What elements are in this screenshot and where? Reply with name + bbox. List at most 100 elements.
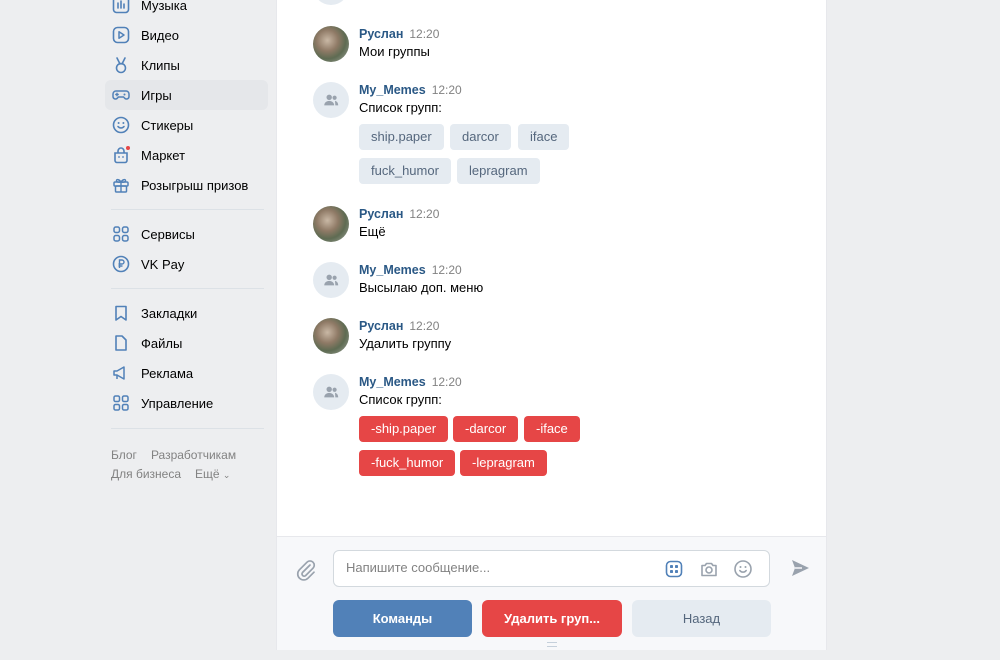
sidebar-item-stickers[interactable]: Стикеры (105, 110, 268, 140)
message: Руслан 12:20 Удалить группу (313, 318, 793, 354)
sidebar-item-music[interactable]: Музыка (105, 0, 268, 20)
message-time: 12:20 (409, 207, 440, 221)
notification-dot (125, 145, 131, 151)
delete-group-button[interactable]: Удалить груп... (482, 600, 622, 637)
sidebar-item-clips[interactable]: Клипы (105, 50, 268, 80)
message-time: 12:20 (431, 83, 462, 97)
footer-link-business[interactable]: Для бизнеса (111, 467, 181, 481)
message-text: Список групп: (359, 392, 442, 407)
sidebar-item-label: Видео (141, 27, 179, 43)
keyboard-button[interactable]: -iface (524, 416, 580, 442)
sidebar-divider (111, 209, 264, 210)
bookmark-icon (111, 303, 131, 323)
sidebar-item-label: Розыгрыш призов (141, 177, 249, 193)
avatar[interactable] (313, 262, 349, 298)
sidebar-item-vkpay[interactable]: VK Pay (105, 249, 268, 279)
message-text: Высылаю доп. меню (359, 280, 484, 295)
avatar[interactable] (313, 206, 349, 242)
message-author[interactable]: Руслан (359, 27, 403, 41)
clips-icon (111, 55, 131, 75)
keyboard-button[interactable]: ship.paper (359, 124, 444, 150)
group-icon (324, 274, 339, 286)
sidebar-item-label: Стикеры (141, 117, 194, 133)
message: My_Memes 12:20 Высылаю доп. меню (313, 262, 793, 298)
sidebar-item-label: Сервисы (141, 226, 195, 242)
bot-keyboard-icon[interactable] (664, 559, 684, 579)
message-input[interactable] (346, 560, 646, 575)
chat-panel: Руслан 12:20 Мои группы My_Memes 12:20 Спи… (276, 0, 827, 650)
chevron-down-icon: ⌄ (222, 470, 231, 480)
message-time: 12:20 (431, 263, 462, 277)
keyboard-button[interactable]: lepragram (457, 158, 540, 184)
video-icon (111, 25, 131, 45)
footer-link-blog[interactable]: Блог (111, 448, 137, 462)
keyboard-button[interactable]: -darcor (453, 416, 519, 442)
sidebar-item-label: Реклама (141, 365, 194, 381)
gamepad-icon (111, 85, 131, 105)
market-icon (111, 145, 131, 165)
message-author[interactable]: My_Memes (359, 83, 426, 97)
sidebar-item-label: VK Pay (141, 256, 185, 272)
message-time: 12:20 (409, 27, 440, 41)
message-author[interactable]: Руслан (359, 207, 403, 221)
avatar (313, 0, 349, 5)
keyboard-button[interactable]: -ship.paper (359, 416, 449, 442)
sidebar-item-label: Клипы (141, 57, 180, 73)
resize-grip[interactable] (547, 642, 557, 647)
sidebar-item-ads[interactable]: Реклама (105, 358, 268, 388)
commands-button[interactable]: Команды (333, 600, 472, 637)
footer-link-more[interactable]: Ещё ⌄ (195, 467, 230, 481)
sidebar-item-label: Музыка (141, 0, 187, 13)
keyboard-button[interactable]: -lepragram (460, 450, 547, 476)
keyboard-button[interactable]: iface (518, 124, 570, 150)
message-text: Мои группы (359, 44, 430, 59)
emoji-icon[interactable] (733, 559, 753, 579)
file-icon (111, 333, 131, 353)
sidebar-item-files[interactable]: Файлы (105, 328, 268, 358)
sidebar-item-label: Файлы (141, 335, 183, 351)
ruble-icon (111, 254, 131, 274)
sidebar-item-services[interactable]: Сервисы (105, 219, 268, 249)
message-text: Удалить группу (359, 336, 452, 351)
avatar[interactable] (313, 26, 349, 62)
message: My_Memes 12:20 Список групп: ship.paper d… (313, 82, 793, 186)
message-input-box (333, 550, 770, 587)
group-icon (324, 386, 339, 398)
keyboard-button[interactable]: darcor (450, 124, 511, 150)
keyboard-button[interactable]: -fuck_humor (359, 450, 456, 476)
send-icon[interactable] (789, 557, 811, 579)
message-time: 12:20 (431, 375, 462, 389)
sidebar-item-games[interactable]: Игры (105, 80, 268, 110)
sidebar-divider (111, 288, 264, 289)
message: Руслан 12:20 Ещё (313, 206, 793, 242)
sidebar-item-manage[interactable]: Управление (105, 388, 268, 418)
sidebar-item-label: Маркет (141, 147, 186, 163)
keyboard-button[interactable]: fuck_humor (359, 158, 451, 184)
camera-icon[interactable] (699, 559, 719, 579)
sidebar-divider (111, 428, 264, 429)
sidebar-item-market[interactable]: Маркет (105, 140, 268, 170)
sidebar-item-label: Игры (141, 87, 172, 103)
group-icon (324, 94, 339, 106)
message-author[interactable]: My_Memes (359, 375, 426, 389)
avatar[interactable] (313, 318, 349, 354)
avatar[interactable] (313, 82, 349, 118)
message-text: Список групп: (359, 100, 442, 115)
grid-icon (111, 393, 131, 413)
message-author[interactable]: Руслан (359, 319, 403, 333)
smile-icon (111, 115, 131, 135)
sidebar-item-label: Управление (141, 395, 214, 411)
footer-link-developers[interactable]: Разработчикам (151, 448, 236, 462)
message: Руслан 12:20 Мои группы (313, 26, 793, 62)
sidebar-footer: Блог Разработчикам Для бизнеса Ещё ⌄ (111, 446, 271, 485)
services-icon (111, 224, 131, 244)
sidebar-item-video[interactable]: Видео (105, 20, 268, 50)
message-text: Ещё (359, 224, 386, 239)
back-button[interactable]: Назад (632, 600, 771, 637)
sidebar-item-bookmarks[interactable]: Закладки (105, 298, 268, 328)
message-time: 12:20 (409, 319, 440, 333)
message-author[interactable]: My_Memes (359, 263, 426, 277)
paperclip-icon[interactable] (293, 557, 319, 583)
sidebar-item-giveaways[interactable]: Розыгрыш призов (105, 170, 268, 200)
avatar[interactable] (313, 374, 349, 410)
